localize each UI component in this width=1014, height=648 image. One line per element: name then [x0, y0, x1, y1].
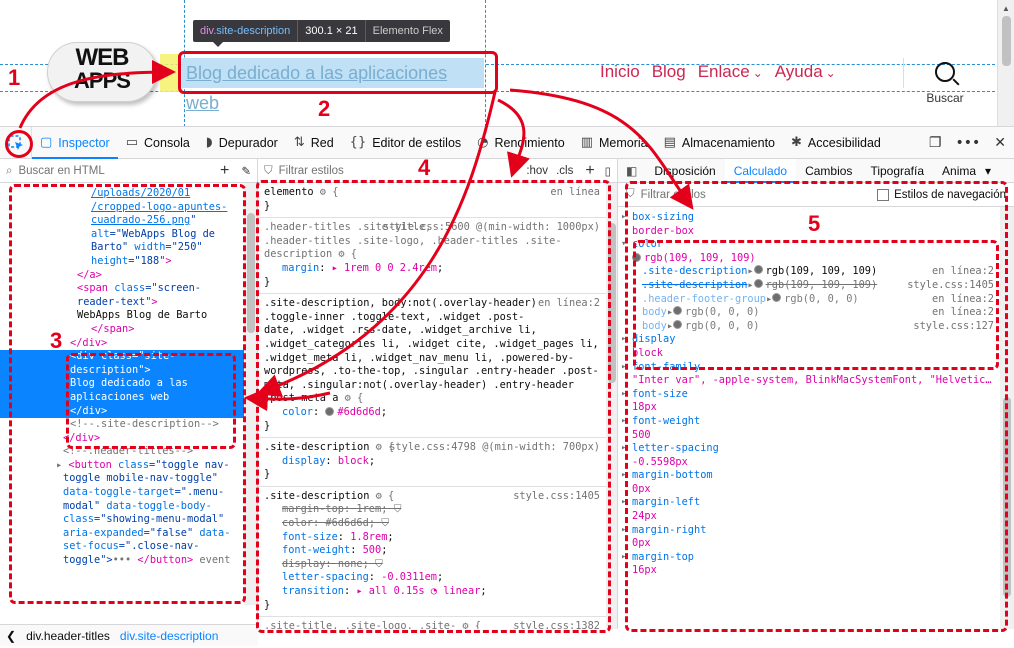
devtools-screenshot: WEB APPS Blog dedicado a las aplicacione…	[0, 0, 1014, 648]
tab-disposición[interactable]: Disposición	[645, 159, 724, 183]
annotation-box-2	[178, 51, 498, 94]
tooltip-selector: div.site-description	[193, 20, 299, 42]
tab-label: Red	[310, 135, 334, 150]
menu-item-ayuda[interactable]: Ayuda ⌄	[775, 62, 836, 82]
network-icon: ⇅	[293, 135, 305, 150]
toolbar-actions: ❐ ••• ✕	[929, 135, 1014, 151]
annotation-number: 4	[418, 155, 431, 180]
debugger-icon: ◗	[205, 135, 213, 150]
tab-label: Accesibilidad	[807, 135, 881, 150]
annotation-number: 5	[808, 211, 821, 236]
close-icon[interactable]: ✕	[994, 135, 1006, 151]
tab-rendimiento[interactable]: ◔ Rendimiento	[469, 127, 573, 159]
memory-icon: ▥	[580, 135, 593, 150]
hov-toggle[interactable]: :hov	[526, 165, 548, 177]
add-node-button[interactable]: +	[220, 162, 229, 180]
devtools-toolbar: ▢ Inspector ▭ Consola ◗ Depurador ⇅ Red {} Editor…	[0, 126, 1014, 159]
tooltip-size: 300.1 × 21	[298, 20, 366, 42]
scrollbar-thumb[interactable]	[247, 213, 255, 333]
annotation-number: 3	[50, 328, 63, 353]
annotation-number: 2	[318, 96, 331, 121]
tab-label: Rendimiento	[494, 135, 565, 150]
tab-consola[interactable]: ▭ Consola	[118, 127, 198, 159]
tab-calculado[interactable]: Calculado	[724, 159, 797, 183]
menu-item-label: Blog	[651, 62, 686, 81]
annotation-number: 1	[8, 65, 21, 90]
tab-label: Editor de estilos	[372, 135, 462, 150]
dock-icon[interactable]: ❐	[929, 135, 942, 151]
html-search-input[interactable]: Buscar en HTML	[18, 165, 220, 177]
menu-item-blog[interactable]: Blog	[652, 62, 686, 82]
tab-depurador[interactable]: ◗ Depurador	[198, 127, 286, 159]
cls-toggle[interactable]: .cls	[556, 165, 573, 177]
menu-item-label: Enlace	[697, 62, 750, 81]
scroll-up-icon[interactable]: ▲	[1002, 4, 1010, 13]
accessibility-icon: ✱	[791, 135, 802, 150]
tab-label: Memoria	[598, 135, 648, 150]
breadcrumb: ❮ div.header-titles div.site-description	[0, 624, 258, 646]
tab-almacenamiento[interactable]: ▤ Almacenamiento	[656, 127, 783, 159]
site-menu: Inicio Blog Enlace ⌄ Ayuda ⌄	[600, 62, 836, 82]
element-tooltip: div.site-description 300.1 × 21 Elemento…	[193, 20, 450, 47]
site-logo[interactable]: WEB APPS	[47, 38, 163, 102]
eyedropper-icon[interactable]: ✎	[241, 164, 251, 178]
tab-label: Almacenamiento	[681, 135, 776, 150]
tab-cambios[interactable]: Cambios	[796, 159, 861, 183]
storage-icon: ▤	[663, 135, 676, 150]
tab-inspector[interactable]: ▢ Inspector	[32, 127, 118, 159]
tooltip-class: .site-description	[213, 25, 291, 37]
rules-filter-input[interactable]: Filtrar estilos	[279, 165, 527, 177]
logo-text: APPS	[74, 68, 131, 93]
annotation-box-4	[256, 180, 611, 633]
chevron-down-icon: ⌄	[825, 66, 836, 80]
style-editor-icon: {}	[349, 135, 367, 150]
inspector-icon: ▢	[40, 135, 53, 150]
tab-label: Consola	[144, 135, 190, 150]
menu-divider	[903, 58, 904, 88]
menu-item-enlace[interactable]: Enlace ⌄	[698, 62, 763, 82]
tab-label: Inspector	[58, 135, 110, 150]
page-scrollbar[interactable]: ▲	[997, 0, 1014, 126]
add-rule-button[interactable]: +	[585, 162, 594, 180]
html-search-bar: ⌕ Buscar en HTML + ✎	[0, 159, 257, 183]
tab-editor-de-estilos[interactable]: {} Editor de estilos	[342, 127, 469, 159]
print-simulation-icon[interactable]: ▯	[605, 164, 611, 178]
search-toggle[interactable]: Buscar	[920, 62, 970, 105]
tab-red[interactable]: ⇅ Red	[286, 127, 342, 159]
more-icon[interactable]: •••	[955, 135, 980, 151]
annotation-box-5-color	[633, 240, 999, 370]
tab-label: Depurador	[218, 135, 278, 150]
console-icon: ▭	[125, 135, 139, 150]
annotation-box-3-selected	[66, 353, 236, 449]
scrollbar-thumb[interactable]	[1002, 16, 1011, 66]
tool-tabs: ▢ Inspector ▭ Consola ◗ Depurador ⇅ Red {} Editor…	[32, 127, 889, 159]
tooltip-type: Elemento Flex	[372, 25, 443, 37]
tab-accesibilidad[interactable]: ✱ Accesibilidad	[783, 127, 889, 159]
breadcrumb-item[interactable]: div.header-titles	[26, 629, 110, 643]
menu-item-label: Inicio	[600, 62, 640, 81]
search-icon	[935, 62, 955, 82]
tab-tipografía[interactable]: Tipografía	[861, 159, 933, 183]
toggle-pane-icon[interactable]: ◧	[618, 164, 645, 178]
tab-memoria[interactable]: ▥ Memoria	[573, 127, 656, 159]
sidebar-tabs: ◧ Disposición Calculado Cambios Tipografía A…	[618, 159, 1014, 183]
search-icon: ⌕	[6, 163, 13, 177]
breadcrumb-item[interactable]: div.site-description	[120, 629, 218, 643]
menu-item-label: Ayuda	[774, 62, 823, 81]
search-label: Buscar	[926, 91, 964, 105]
breadcrumb-back-icon[interactable]: ❮	[6, 629, 16, 643]
page-preview: WEB APPS Blog dedicado a las aplicacione…	[0, 0, 1014, 127]
performance-icon: ◔	[477, 135, 489, 150]
annotation-circle-1	[5, 130, 33, 158]
menu-item-inicio[interactable]: Inicio	[600, 62, 640, 82]
tab-anima[interactable]: Anima	[933, 159, 985, 183]
tabs-overflow-icon[interactable]: ▾	[985, 164, 991, 178]
filter-icon: ⛉	[264, 163, 273, 177]
chevron-down-icon: ⌄	[752, 66, 763, 80]
tooltip-tag: div	[200, 25, 214, 37]
